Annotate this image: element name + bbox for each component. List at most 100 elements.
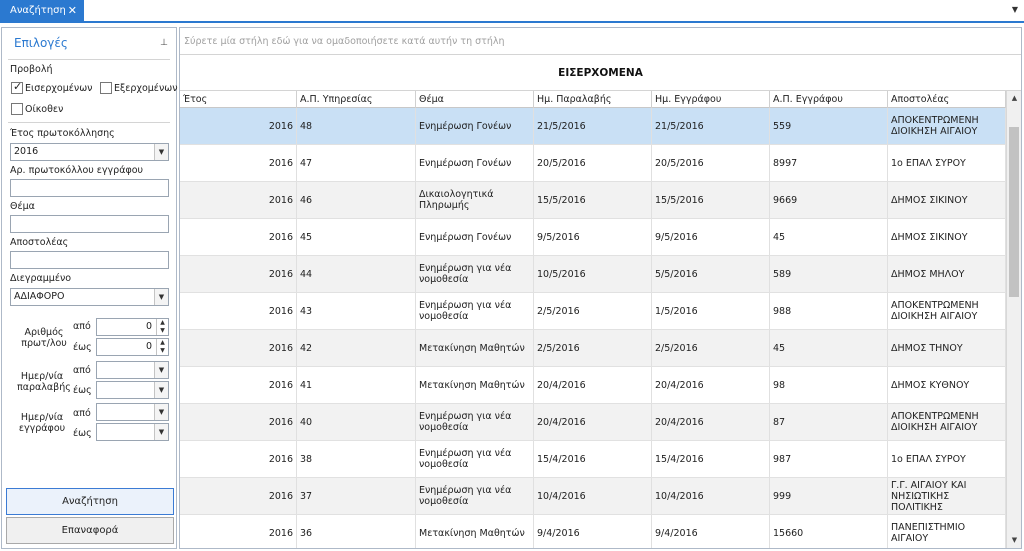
scroll-thumb[interactable] bbox=[1009, 127, 1019, 297]
scroll-down-icon[interactable]: ▼ bbox=[1007, 533, 1021, 548]
year-select[interactable]: 2016 ▼ bbox=[10, 143, 169, 161]
chevron-down-icon[interactable]: ▼ bbox=[154, 144, 168, 160]
vertical-scrollbar[interactable]: ▲ ▼ bbox=[1006, 91, 1021, 548]
cell-document-date: 5/5/2016 bbox=[652, 256, 770, 292]
cell-subject: Μετακίνηση Μαθητών bbox=[416, 367, 534, 403]
chevron-down-icon[interactable]: ▼ bbox=[154, 289, 168, 305]
cell-subject: Μετακίνηση Μαθητών bbox=[416, 515, 534, 548]
table-row[interactable]: 2016 44 Ενημέρωση για νέα νομοθεσία 10/5/20… bbox=[180, 256, 1006, 293]
cell-received-date: 2/5/2016 bbox=[534, 293, 652, 329]
column-header-received-date[interactable]: Ημ. Παραλαβής bbox=[534, 91, 652, 108]
recdate-from-picker[interactable]: ▼ bbox=[96, 361, 169, 379]
table-row[interactable]: 2016 48 Ενημέρωση Γονέων 21/5/2016 21/5/2016… bbox=[180, 108, 1006, 145]
table-row[interactable]: 2016 45 Ενημέρωση Γονέων 9/5/2016 9/5/2016 45… bbox=[180, 219, 1006, 256]
chevron-down-icon[interactable]: ▼ bbox=[154, 404, 168, 420]
deleted-select[interactable]: ΑΔΙΑΦΟΡΟ ▼ bbox=[10, 288, 169, 306]
cell-received-date: 9/4/2016 bbox=[534, 515, 652, 548]
cell-subject: Ενημέρωση για νέα νομοθεσία bbox=[416, 293, 534, 329]
view-label: Προβολή bbox=[10, 64, 53, 75]
cell-year: 2016 bbox=[180, 441, 297, 477]
column-header-sender[interactable]: Αποστολέας bbox=[888, 91, 1006, 108]
column-header-service-no[interactable]: Α.Π. Υπηρεσίας bbox=[297, 91, 416, 108]
cell-document-no: 9669 bbox=[770, 182, 888, 218]
table-row[interactable]: 2016 46 Δικαιολογητικά Πληρωμής 15/5/2016 15… bbox=[180, 182, 1006, 219]
chevron-down-icon[interactable]: ▼ bbox=[1012, 5, 1018, 14]
chevron-down-icon[interactable]: ▼ bbox=[154, 362, 168, 378]
reset-button[interactable]: Επαναφορά bbox=[6, 517, 174, 544]
subject-label: Θέμα bbox=[10, 201, 35, 212]
cell-year: 2016 bbox=[180, 404, 297, 440]
chevron-down-icon[interactable]: ▼ bbox=[154, 424, 168, 440]
cell-sender: ΔΗΜΟΣ ΣΙΚΙΝΟΥ bbox=[888, 219, 1006, 255]
scroll-up-icon[interactable]: ▲ bbox=[1007, 91, 1021, 106]
cell-sender: ΑΠΟΚΕΝΤΡΩΜΕΝΗ ΔΙΟΙΚΗΣΗ ΑΙΓΑΙΟΥ bbox=[888, 293, 1006, 329]
cell-service-no: 37 bbox=[297, 478, 416, 514]
grid-header: Έτος Α.Π. Υπηρεσίας Θέμα Ημ. Παραλαβής Ημ. Ε… bbox=[180, 91, 1006, 108]
recdate-to-picker[interactable]: ▼ bbox=[96, 381, 169, 399]
cell-document-no: 988 bbox=[770, 293, 888, 329]
docnum-input[interactable] bbox=[10, 179, 169, 197]
cell-sender: ΠΑΝΕΠΙΣΤΗΜΙΟ ΑΙΓΑΙΟΥ bbox=[888, 515, 1006, 548]
outgoing-checkbox[interactable] bbox=[100, 82, 112, 94]
column-header-year[interactable]: Έτος bbox=[180, 91, 297, 108]
cell-received-date: 15/4/2016 bbox=[534, 441, 652, 477]
cell-subject: Ενημέρωση για νέα νομοθεσία bbox=[416, 441, 534, 477]
table-row[interactable]: 2016 38 Ενημέρωση για νέα νομοθεσία 15/4/20… bbox=[180, 441, 1006, 478]
cell-sender: ΔΗΜΟΣ ΤΗΝΟΥ bbox=[888, 330, 1006, 366]
table-row[interactable]: 2016 42 Μετακίνηση Μαθητών 2/5/2016 2/5/2016… bbox=[180, 330, 1006, 367]
protnum-from-stepper[interactable]: 0 ▲ ▼ bbox=[96, 318, 169, 336]
cell-subject: Ενημέρωση Γονέων bbox=[416, 219, 534, 255]
cell-subject: Μετακίνηση Μαθητών bbox=[416, 330, 534, 366]
cell-sender: ΔΗΜΟΣ ΚΥΘΝΟΥ bbox=[888, 367, 1006, 403]
protnum-to-stepper[interactable]: 0 ▲ ▼ bbox=[96, 338, 169, 356]
sender-input[interactable] bbox=[10, 251, 169, 269]
table-row[interactable]: 2016 40 Ενημέρωση για νέα νομοθεσία 20/4/20… bbox=[180, 404, 1006, 441]
cell-document-no: 15660 bbox=[770, 515, 888, 548]
table-row[interactable]: 2016 37 Ενημέρωση για νέα νομοθεσία 10/4/20… bbox=[180, 478, 1006, 515]
column-header-document-date[interactable]: Ημ. Εγγράφου bbox=[652, 91, 770, 108]
docdate-to-picker[interactable]: ▼ bbox=[96, 423, 169, 441]
pin-icon[interactable]: ⊥ bbox=[160, 38, 168, 48]
divider bbox=[8, 122, 170, 123]
divider bbox=[8, 59, 170, 60]
table-row[interactable]: 2016 36 Μετακίνηση Μαθητών 9/4/2016 9/4/2016… bbox=[180, 515, 1006, 548]
close-icon[interactable]: ✕ bbox=[68, 4, 77, 17]
cell-document-no: 987 bbox=[770, 441, 888, 477]
internal-checkbox[interactable] bbox=[11, 103, 23, 115]
cell-received-date: 9/5/2016 bbox=[534, 219, 652, 255]
table-row[interactable]: 2016 41 Μετακίνηση Μαθητών 20/4/2016 20/4/20… bbox=[180, 367, 1006, 404]
chevron-down-icon[interactable]: ▼ bbox=[154, 382, 168, 398]
cell-service-no: 45 bbox=[297, 219, 416, 255]
internal-label: Οίκοθεν bbox=[25, 104, 64, 115]
subject-input[interactable] bbox=[10, 215, 169, 233]
cell-sender: ΔΗΜΟΣ ΜΗΛΟΥ bbox=[888, 256, 1006, 292]
cell-subject: Δικαιολογητικά Πληρωμής bbox=[416, 182, 534, 218]
cell-subject: Ενημέρωση για νέα νομοθεσία bbox=[416, 478, 534, 514]
cell-year: 2016 bbox=[180, 515, 297, 548]
cell-sender: Γ.Γ. ΑΙΓΑΙΟΥ ΚΑΙ ΝΗΣΙΩΤΙΚΗΣ ΠΟΛΙΤΙΚΗΣ bbox=[888, 478, 1006, 514]
table-row[interactable]: 2016 47 Ενημέρωση Γονέων 20/5/2016 20/5/2016… bbox=[180, 145, 1006, 182]
cell-year: 2016 bbox=[180, 219, 297, 255]
table-row[interactable]: 2016 43 Ενημέρωση για νέα νομοθεσία 2/5/201… bbox=[180, 293, 1006, 330]
cell-received-date: 20/5/2016 bbox=[534, 145, 652, 181]
cell-service-no: 44 bbox=[297, 256, 416, 292]
cell-document-no: 45 bbox=[770, 219, 888, 255]
column-header-subject[interactable]: Θέμα bbox=[416, 91, 534, 108]
cell-document-date: 20/4/2016 bbox=[652, 367, 770, 403]
docdate-from-picker[interactable]: ▼ bbox=[96, 403, 169, 421]
search-button[interactable]: Αναζήτηση bbox=[6, 488, 174, 515]
cell-service-no: 38 bbox=[297, 441, 416, 477]
stepper-arrows-icon[interactable]: ▲ ▼ bbox=[156, 339, 168, 355]
stepper-arrows-icon[interactable]: ▲ ▼ bbox=[156, 319, 168, 335]
cell-document-date: 15/4/2016 bbox=[652, 441, 770, 477]
cell-document-date: 21/5/2016 bbox=[652, 108, 770, 144]
cell-document-no: 45 bbox=[770, 330, 888, 366]
cell-year: 2016 bbox=[180, 293, 297, 329]
year-label: Έτος πρωτοκόλλησης bbox=[10, 128, 115, 139]
tab-search[interactable]: Αναζήτηση ✕ bbox=[0, 0, 84, 21]
results-grid: Σύρετε μία στήλη εδώ για να ομαδοποιήσετ… bbox=[179, 27, 1022, 549]
cell-received-date: 20/4/2016 bbox=[534, 367, 652, 403]
column-header-document-no[interactable]: Α.Π. Εγγράφου bbox=[770, 91, 888, 108]
group-by-panel[interactable]: Σύρετε μία στήλη εδώ για να ομαδοποιήσετ… bbox=[180, 28, 1021, 55]
incoming-checkbox[interactable] bbox=[11, 80, 23, 94]
